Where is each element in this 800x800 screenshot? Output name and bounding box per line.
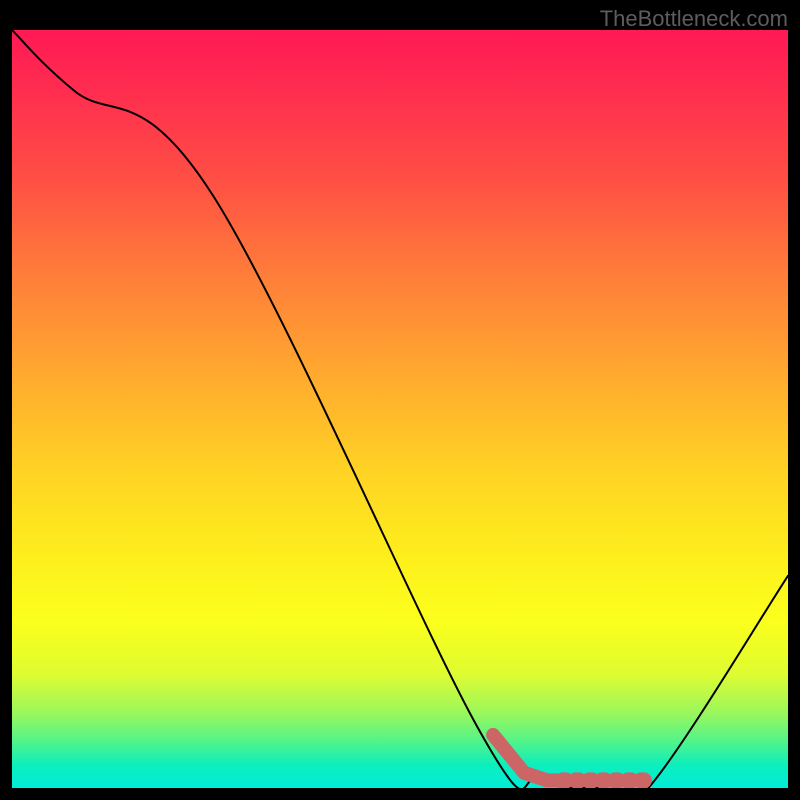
chart-svg <box>12 30 788 788</box>
main-curve <box>12 30 788 788</box>
chart-plot-area <box>12 30 788 788</box>
overlay-blob-solid <box>493 735 563 780</box>
watermark-text: TheBottleneck.com <box>600 6 788 32</box>
